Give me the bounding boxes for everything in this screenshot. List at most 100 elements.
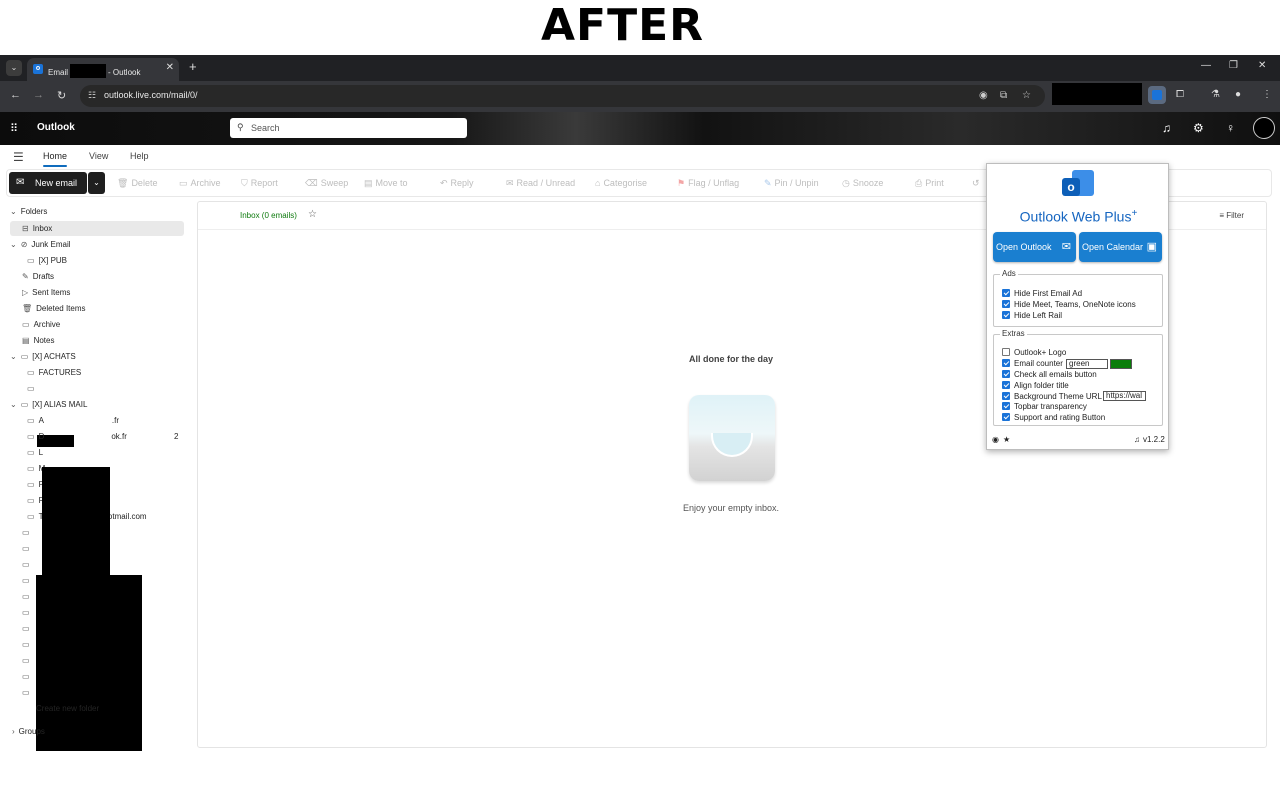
app-launcher-icon[interactable]: ⠿ (10, 122, 18, 135)
reload-icon[interactable]: ↻ (57, 89, 66, 102)
option-outlook-plus-logo[interactable]: Outlook+ Logo (1002, 348, 1066, 357)
folder-pub[interactable]: ▭ [X] PUB (27, 256, 67, 265)
labs-flask-icon[interactable]: ⚗ (1211, 89, 1220, 100)
report-button[interactable]: ⛉ Report (241, 178, 278, 189)
option-align-folder-title[interactable]: Align folder title (1002, 381, 1069, 390)
folder-redacted[interactable]: ▭ (22, 560, 34, 569)
folder-redacted[interactable]: ▭ (22, 672, 34, 681)
option-hide-first-email-ad[interactable]: Hide First Email Ad (1002, 289, 1082, 298)
github-icon[interactable]: ◉ (992, 435, 999, 444)
option-support-rating-button[interactable]: Support and rating Button (1002, 413, 1105, 422)
pin-button[interactable]: ✎ Pin / Unpin (764, 178, 819, 189)
counter-color-swatch[interactable] (1110, 359, 1132, 369)
alias-item[interactable]: ▭ L (27, 448, 43, 457)
folder-archive[interactable]: ▭ Archive (22, 320, 60, 329)
folder-redacted[interactable]: ▭ (22, 528, 34, 537)
checkbox (1002, 348, 1010, 356)
open-calendar-button[interactable]: Open Calendar ▣ (1079, 232, 1162, 262)
site-settings-icon[interactable]: ☷ (88, 90, 96, 101)
folder-redacted[interactable]: ▭ (22, 576, 34, 585)
tab-view[interactable]: View (89, 151, 108, 161)
create-new-folder-link[interactable]: Create new folder (36, 704, 99, 713)
hamburger-menu-icon[interactable]: ☰ (13, 150, 24, 164)
option-hide-left-rail[interactable]: Hide Left Rail (1002, 311, 1062, 320)
folder-redacted[interactable]: ▭ (22, 640, 34, 649)
rating-star-icon[interactable]: ★ (1003, 435, 1010, 444)
option-check-all-emails[interactable]: Check all emails button (1002, 370, 1097, 379)
alias-item[interactable]: ▭ Dok.fr (27, 432, 127, 441)
counter-color-input[interactable]: green (1066, 359, 1108, 369)
outlook-plus-extension-icon[interactable] (1148, 86, 1166, 104)
folder-inbox[interactable]: ⊟ Inbox (10, 221, 184, 236)
kebab-menu-icon[interactable]: ⋮ (1262, 89, 1272, 100)
tips-lightbulb-icon[interactable]: ♀ (1226, 121, 1235, 135)
print-button[interactable]: ⎙ Print (915, 178, 944, 189)
folder-redacted[interactable]: ▭ (27, 384, 39, 393)
omnibox[interactable]: ☷ outlook.live.com/mail/0/ ◉ ⧉ ☆ (80, 85, 1045, 107)
tab-outlook[interactable]: o Email - Outlook ✕ (27, 58, 179, 81)
account-avatar[interactable] (1253, 117, 1275, 139)
folder-drafts[interactable]: ✎ Drafts (22, 272, 54, 281)
alias-item[interactable]: ▭ A .fr (27, 416, 119, 425)
folder-notes[interactable]: ▤ Notes (22, 336, 54, 345)
eye-icon[interactable]: ◉ (979, 90, 988, 101)
option-background-theme-url[interactable]: Background Theme URL (1002, 392, 1102, 401)
address-bar: ← → ↻ ☷ outlook.live.com/mail/0/ ◉ ⧉ ☆ ⧠… (0, 81, 1280, 112)
flag-button[interactable]: ⚑ Flag / Unflag (677, 178, 739, 189)
option-hide-meet-teams-icons[interactable]: Hide Meet, Teams, OneNote icons (1002, 300, 1136, 309)
tab-home[interactable]: Home (43, 151, 68, 167)
tab-search-icon[interactable]: ⌄ (6, 60, 22, 76)
delete-button[interactable]: 🗑 Delete (117, 178, 157, 189)
folder-factures[interactable]: ▭ FACTURES (27, 368, 81, 377)
folder-icon: ▭ (27, 368, 35, 377)
folder-redacted[interactable]: ▭ (22, 544, 34, 553)
new-tab-button[interactable]: + (189, 59, 197, 74)
undo-icon[interactable]: ↺ (972, 178, 980, 189)
popup-title: Outlook Web Plus+ (1019, 208, 1138, 225)
folder-deleted[interactable]: 🗑 Deleted Items (22, 304, 86, 313)
move-to-button[interactable]: ▤ Move to (364, 178, 408, 189)
theme-url-input[interactable]: https://wal (1103, 391, 1146, 401)
folder-junk[interactable]: ⌄ ⊘ Junk Email (10, 240, 71, 249)
folder-sent[interactable]: ▷ Sent Items (22, 288, 70, 297)
settings-gear-icon[interactable]: ⚙ (1193, 121, 1204, 135)
open-outlook-button[interactable]: Open Outlook ✉ (993, 232, 1076, 262)
restore-icon[interactable]: ❐ (1229, 60, 1238, 71)
extensions-puzzle-icon[interactable]: ⧠ (1176, 89, 1184, 100)
folder-redacted[interactable]: ▭ (22, 656, 34, 665)
new-email-dropdown[interactable]: ⌄ (88, 172, 105, 194)
new-email-button[interactable]: ✉ New email (9, 172, 87, 194)
folder-redacted[interactable]: ▭ (22, 624, 34, 633)
install-app-icon[interactable]: ⧉ (1000, 90, 1007, 101)
groups-header[interactable]: › Groups (12, 727, 45, 736)
option-email-counter[interactable]: Email counter (1002, 359, 1063, 368)
tab-help[interactable]: Help (130, 151, 149, 161)
folder-alias-mail[interactable]: ⌄ ▭ [X] ALIAS MAIL (10, 400, 87, 409)
tab-close-icon[interactable]: ✕ (166, 62, 174, 73)
folders-header[interactable]: ⌄ Folders (10, 207, 47, 216)
snooze-button[interactable]: ◷ Snooze (842, 178, 883, 189)
filter-button[interactable]: ≡ Filter (1219, 211, 1244, 220)
archive-button[interactable]: ▭ Archive (179, 178, 221, 189)
folder-achats[interactable]: ⌄ ▭ [X] ACHATS (10, 352, 76, 361)
outlook-brand[interactable]: Outlook (37, 122, 75, 133)
reply-button[interactable]: ↶ Reply (440, 178, 474, 189)
bookmark-star-icon[interactable]: ☆ (1022, 90, 1031, 101)
option-topbar-transparency[interactable]: Topbar transparency (1002, 402, 1087, 411)
favorite-star-icon[interactable]: ☆ (308, 209, 317, 220)
categorise-button[interactable]: ⌂ Categorise (595, 178, 647, 188)
folder-redacted[interactable]: ▭ (22, 608, 34, 617)
read-unread-button[interactable]: ✉ Read / Unread (506, 178, 575, 189)
search-box[interactable]: ⚲ Search (230, 118, 467, 138)
sweep-button[interactable]: ⌫ Sweep (305, 178, 348, 189)
minimize-icon[interactable]: — (1201, 60, 1211, 71)
folder-redacted[interactable]: ▭ (22, 688, 34, 697)
forward-icon[interactable]: → (33, 89, 44, 101)
notifications-bell-icon[interactable]: ♫ (1162, 121, 1171, 135)
profile-icon[interactable]: ● (1235, 89, 1241, 100)
checkbox (1002, 392, 1010, 400)
folder-redacted[interactable]: ▭ (22, 592, 34, 601)
back-icon[interactable]: ← (10, 89, 21, 101)
close-window-icon[interactable]: ✕ (1258, 60, 1266, 71)
changelog-icon[interactable]: ♫ (1134, 435, 1140, 444)
